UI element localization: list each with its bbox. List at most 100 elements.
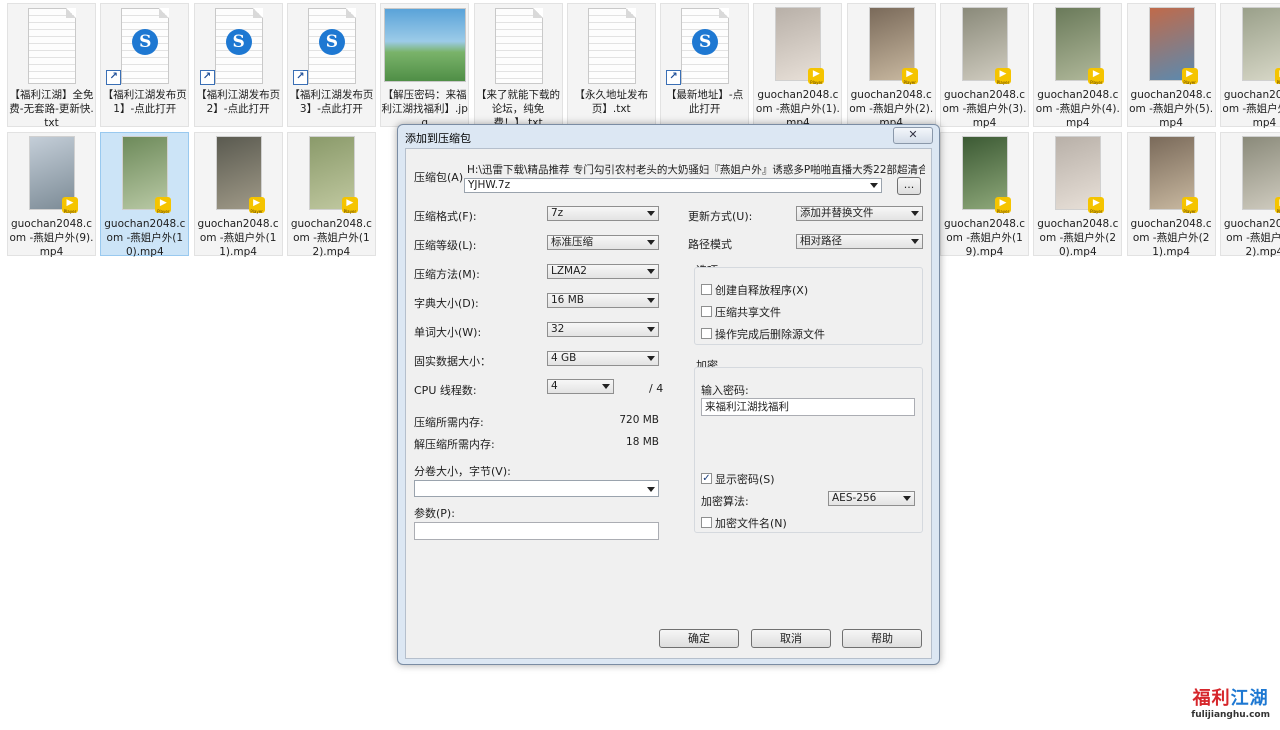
player-badge-icon: ▶Player	[155, 197, 172, 214]
path-mode-select[interactable]: 相对路径	[796, 234, 923, 249]
setting-value: LZMA2	[551, 265, 587, 277]
file-tile[interactable]: 【来了就能下载的论坛，纯免费！】.txt	[473, 3, 563, 129]
cancel-button[interactable]: 取消	[751, 629, 831, 648]
shortcut-arrow-icon: ↗	[292, 70, 308, 85]
split-size-combo[interactable]	[414, 480, 659, 497]
file-name: guochan2048.com -燕姐户外(6).mp4	[1222, 89, 1280, 129]
file-tile[interactable]: S ↗ 【福利江湖发布页2】-点此打开	[193, 3, 283, 127]
option-checkbox[interactable]	[701, 306, 712, 317]
link-file-icon: S ↗	[292, 8, 356, 85]
browser-logo-icon: S	[318, 29, 345, 55]
file-name: guochan2048.com -燕姐户外(11).mp4	[197, 218, 279, 258]
file-tile[interactable]: ▶ Player guochan2048.com -燕姐户外(9).mp4	[7, 132, 96, 258]
chevron-down-icon	[903, 496, 911, 501]
chevron-down-icon	[602, 384, 610, 389]
update-mode-label: 更新方式(U):	[688, 210, 753, 223]
file-tile[interactable]: ▶ Player guochan2048.com -燕姐户外(20).mp4	[1033, 132, 1123, 258]
setting-select[interactable]: 16 MB	[547, 293, 659, 308]
setting-select[interactable]: 标准压缩	[547, 235, 659, 250]
ok-button[interactable]: 确定	[659, 629, 739, 648]
file-tile[interactable]: S ↗ 【福利江湖发布页3】-点此打开	[286, 3, 376, 127]
setting-select[interactable]: 7z	[547, 206, 659, 221]
file-tile[interactable]: ▶ Player guochan2048.com -燕姐户外(2).mp4	[846, 3, 936, 129]
help-button[interactable]: 帮助	[842, 629, 922, 648]
chevron-down-icon	[911, 239, 919, 244]
file-tile[interactable]: ▶ Player guochan2048.com -燕姐户外(11).mp4	[193, 132, 283, 258]
file-tile[interactable]: ▶ Player guochan2048.com -燕姐户外(3).mp4	[940, 3, 1029, 129]
password-label: 输入密码:	[701, 384, 749, 397]
player-badge-icon: ▶Player	[62, 197, 78, 214]
setting-select[interactable]: 4 GB	[547, 351, 659, 366]
video-thumbnail: ▶Player	[1241, 136, 1280, 214]
archive-name-combo[interactable]: YJHW.7z	[464, 178, 882, 193]
video-thumbnail: ▶Player	[1241, 7, 1280, 85]
chevron-down-icon	[647, 240, 655, 245]
link-file-icon: S ↗	[199, 8, 263, 85]
video-thumbnail: ▶Player	[29, 136, 78, 214]
option-checkbox[interactable]	[701, 284, 712, 295]
player-badge-icon: ▶Player	[1181, 68, 1198, 85]
chevron-down-icon	[870, 183, 878, 188]
player-badge-icon: ▶Player	[808, 68, 825, 85]
archive-path: H:\迅雷下载\精品推荐 专门勾引农村老头的大奶骚妇『燕姐户外』诱惑多P啪啪直播…	[467, 164, 925, 176]
cpu-threads-value: 4	[551, 380, 558, 392]
params-input[interactable]	[414, 522, 659, 540]
option-label: 操作完成后删除源文件	[715, 328, 825, 341]
path-mode-label: 路径模式	[688, 238, 732, 251]
text-file-icon	[587, 8, 636, 84]
setting-value: 标准压缩	[551, 236, 593, 248]
file-tile[interactable]: ▶ Player guochan2048.com -燕姐户外(19).mp4	[940, 132, 1029, 258]
file-tile[interactable]: 【福利江湖】全免费-无套路-更新快.txt	[7, 3, 96, 129]
encryption-method-label: 加密算法:	[701, 495, 749, 508]
shortcut-arrow-icon: ↗	[666, 70, 682, 85]
file-tile[interactable]: ▶Player guochan2048.com -燕姐户外(6).mp4	[1219, 3, 1280, 129]
setting-select[interactable]: LZMA2	[547, 264, 659, 279]
close-button[interactable]: ✕	[893, 127, 933, 144]
file-tile[interactable]: 【永久地址发布页】.txt	[566, 3, 656, 127]
chevron-down-icon	[647, 269, 655, 274]
file-name: 【福利江湖发布页3】-点此打开	[289, 89, 374, 115]
watermark-url: fulijianghu.com	[1191, 710, 1270, 720]
archive-name-value: YJHW.7z	[468, 179, 511, 191]
password-input[interactable]: 来福利江湖找福利	[701, 398, 915, 416]
file-name: guochan2048.com -燕姐户外(22).mp4	[1223, 218, 1280, 258]
file-name: 【福利江湖发布页2】-点此打开	[196, 89, 281, 115]
file-tile[interactable]: ▶ Player guochan2048.com -燕姐户外(10).mp4	[100, 132, 190, 258]
file-tile[interactable]: S ↗ 【最新地址】-点此打开	[660, 3, 750, 127]
option-checkbox[interactable]	[701, 328, 712, 339]
encrypt-filenames-checkbox[interactable]	[701, 517, 712, 528]
setting-value: 4 GB	[551, 352, 577, 364]
file-tile[interactable]: ▶ Player guochan2048.com -燕姐户外(1).mp4	[753, 3, 843, 129]
chevron-down-icon	[647, 327, 655, 332]
show-password-checkbox[interactable]: ✓	[701, 473, 712, 484]
file-tile[interactable]: ▶ Player guochan2048.com -燕姐户外(12).mp4	[286, 132, 376, 258]
chevron-down-icon	[911, 211, 919, 216]
file-tile[interactable]: ▶ Player guochan2048.com -燕姐户外(5).mp4	[1126, 3, 1216, 129]
dialog-titlebar[interactable]: 添加到压缩包 ✕	[398, 125, 939, 147]
file-name: guochan2048.com -燕姐户外(10).mp4	[104, 218, 186, 258]
option-label: 创建自释放程序(X)	[715, 284, 809, 297]
video-thumbnail: ▶Player	[215, 136, 265, 214]
cpu-threads-total: / 4	[649, 382, 664, 395]
video-thumbnail: ▶Player	[868, 7, 918, 85]
browse-button[interactable]: ...	[897, 177, 921, 195]
browser-logo-icon: S	[692, 29, 719, 55]
file-tile[interactable]: S ↗ 【福利江湖发布页1】-点此打开	[100, 3, 190, 127]
file-tile[interactable]: 【解压密码：来福利江湖找福利】.jpg	[380, 3, 470, 129]
cpu-threads-select[interactable]: 4	[547, 379, 614, 394]
file-tile[interactable]: ▶ Player guochan2048.com -燕姐户外(4).mp4	[1033, 3, 1123, 129]
file-name: guochan2048.com -燕姐户外(20).mp4	[1037, 218, 1119, 258]
file-name: guochan2048.com -燕姐户外(5).mp4	[1129, 89, 1214, 129]
decompress-memory-value: 18 MB	[626, 436, 659, 448]
file-tile[interactable]: ▶Player guochan2048.com -燕姐户外(22).mp4	[1219, 132, 1280, 258]
video-thumbnail: ▶Player	[1055, 7, 1105, 85]
setting-label: 压缩等级(L):	[414, 239, 477, 252]
setting-select[interactable]: 32	[547, 322, 659, 337]
player-badge-icon: ▶Player	[995, 197, 1011, 214]
shortcut-arrow-icon: ↗	[106, 70, 122, 85]
setting-label: 压缩格式(F):	[414, 210, 477, 223]
update-mode-select[interactable]: 添加并替换文件	[796, 206, 923, 221]
file-tile[interactable]: ▶ Player guochan2048.com -燕姐户外(21).mp4	[1126, 132, 1216, 258]
file-name: 【福利江湖发布页1】-点此打开	[102, 89, 187, 115]
encryption-method-select[interactable]: AES-256	[828, 491, 915, 506]
